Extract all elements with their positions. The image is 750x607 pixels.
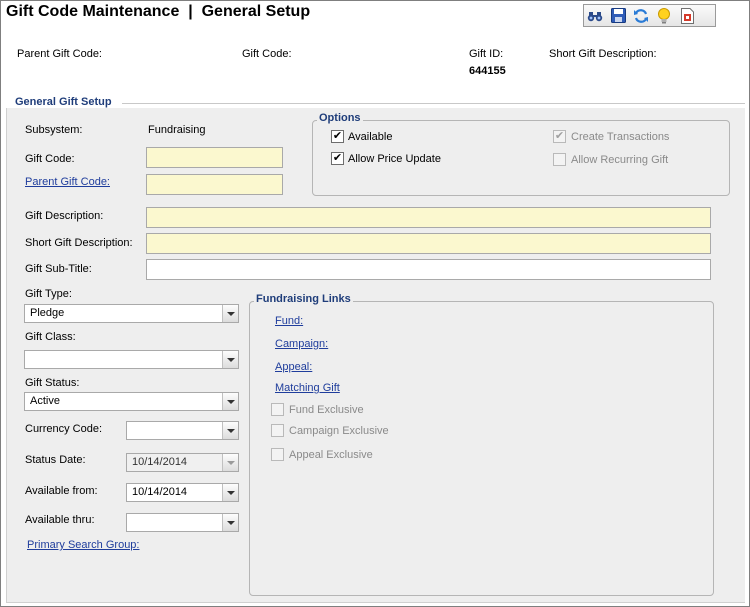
create-transactions-checkbox: ✔ [553,130,566,143]
gift-type-label: Gift Type: [25,288,72,300]
chevron-down-icon[interactable] [222,422,238,439]
currency-code-dropdown[interactable] [126,421,239,440]
parent-gift-code-input[interactable] [146,174,283,195]
fund-link[interactable]: Fund: [275,315,303,327]
check-icon: ✔ [554,130,565,142]
chevron-down-icon[interactable] [222,484,238,501]
available-thru-picker[interactable] [126,513,239,532]
status-date-label: Status Date: [25,454,86,466]
available-from-label: Available from: [25,485,98,497]
toolbar [583,4,716,27]
options-title: Options [317,112,363,124]
matching-gift-link[interactable]: Matching Gift [275,382,340,394]
refresh-icon[interactable] [633,8,649,24]
campaign-exclusive-checkbox [271,424,284,437]
header-gift-code-label: Gift Code: [242,48,292,60]
short-gift-description-input[interactable] [146,233,711,254]
gift-status-label: Gift Status: [25,377,80,389]
window-frame: Gift Code Maintenance | General Setup Pa… [0,0,750,607]
parent-gift-code-link[interactable]: Parent Gift Code: [25,176,110,188]
general-gift-setup-title: General Gift Setup [15,96,112,108]
chevron-down-icon [222,454,238,471]
gift-sub-title-label: Gift Sub-Title: [25,263,92,275]
check-icon: ✔ [332,130,343,142]
save-icon[interactable] [610,8,626,24]
subsystem-value: Fundraising [148,124,206,136]
gift-class-dropdown[interactable] [24,350,239,369]
appeal-link[interactable]: Appeal: [275,361,312,373]
fundraising-links-title: Fundraising Links [254,293,353,305]
gift-type-dropdown[interactable]: Pledge [24,304,239,323]
binoculars-icon[interactable] [587,8,603,24]
currency-code-label: Currency Code: [25,423,103,435]
chevron-down-icon[interactable] [222,305,238,322]
gift-code-input[interactable] [146,147,283,168]
chevron-down-icon[interactable] [222,514,238,531]
gift-description-input[interactable] [146,207,711,228]
primary-search-group-link[interactable]: Primary Search Group: [27,539,139,551]
available-checkbox[interactable]: ✔ [331,130,344,143]
gift-class-label: Gift Class: [25,331,76,343]
gift-type-value: Pledge [30,307,65,319]
available-label: Available [348,131,393,143]
create-transactions-label: Create Transactions [571,131,670,143]
allow-recurring-gift-label: Allow Recurring Gift [571,154,669,166]
chevron-down-icon[interactable] [222,393,238,410]
section-divider [122,103,745,104]
check-icon: ✔ [332,152,343,164]
available-thru-label: Available thru: [25,514,95,526]
chevron-down-icon[interactable] [222,351,238,368]
header-gift-id-label: Gift ID: [469,48,504,60]
available-from-value: 10/14/2014 [132,486,188,498]
allow-price-update-label: Allow Price Update [348,153,441,165]
subsystem-label: Subsystem: [25,124,83,136]
lightbulb-icon[interactable] [656,7,672,24]
header-short-gift-description-label: Short Gift Description: [549,48,657,60]
allow-price-update-checkbox[interactable]: ✔ [331,152,344,165]
gift-status-dropdown[interactable]: Active [24,392,239,411]
allow-recurring-gift-checkbox [553,153,566,166]
available-from-picker[interactable]: 10/14/2014 [126,483,239,502]
gift-sub-title-input[interactable] [146,259,711,280]
fund-exclusive-checkbox [271,403,284,416]
header-gift-id-value: 644155 [469,65,506,77]
appeal-exclusive-checkbox [271,448,284,461]
campaign-exclusive-label: Campaign Exclusive [289,425,389,437]
appeal-exclusive-label: Appeal Exclusive [289,449,373,461]
page-title: Gift Code Maintenance | General Setup [6,3,311,20]
fund-exclusive-label: Fund Exclusive [289,404,364,416]
status-date-value: 10/14/2014 [132,456,188,468]
gift-status-value: Active [30,395,60,407]
gift-code-label: Gift Code: [25,153,75,165]
short-gift-description-label: Short Gift Description: [25,237,133,249]
campaign-link[interactable]: Campaign: [275,338,328,350]
gift-description-label: Gift Description: [25,210,104,222]
header-parent-gift-code-label: Parent Gift Code: [17,48,102,60]
status-date-picker: 10/14/2014 [126,453,239,472]
report-icon[interactable] [679,7,695,24]
